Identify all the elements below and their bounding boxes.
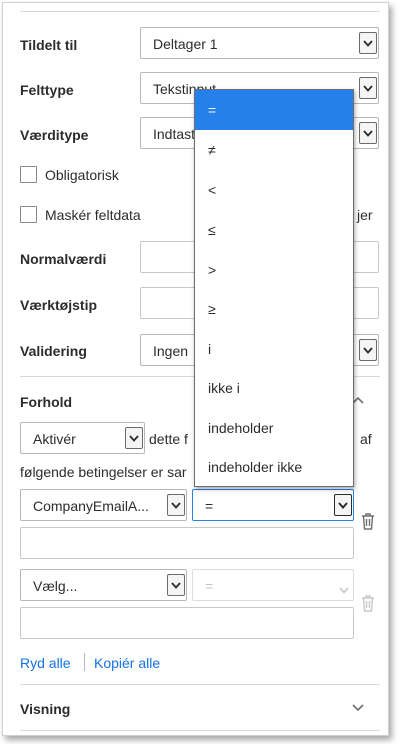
activate-value: Aktivér: [33, 431, 76, 447]
condition-sentence-start: dette f: [149, 431, 188, 447]
condition1-field-value: CompanyEmailA...: [33, 498, 149, 514]
option-not-contains[interactable]: indeholder ikke: [195, 447, 353, 487]
vaerditype-label: Værditype: [20, 127, 89, 143]
vaerktojstip-label: Værktøjstip: [20, 297, 98, 313]
visning-divider: [20, 684, 380, 685]
chevron-down-icon[interactable]: [359, 122, 377, 144]
chevron-down-icon[interactable]: [167, 574, 185, 596]
chevron-down-icon: [339, 581, 349, 597]
masker-trailing-text: jer: [357, 207, 373, 223]
field-properties-panel: Tildelt til Deltager 1 Felttype Tekstinp…: [2, 2, 389, 736]
tildelt-til-value: Deltager 1: [153, 36, 218, 52]
condition2-value-input[interactable]: [20, 607, 354, 639]
trash-icon[interactable]: [360, 512, 376, 530]
activate-select[interactable]: Aktivér: [20, 422, 145, 454]
bottom-divider: [20, 730, 380, 731]
option-less-or-equal[interactable]: ≤: [195, 210, 353, 250]
validering-value: Ingen: [153, 343, 189, 359]
condition-sentence-end: af: [360, 431, 372, 447]
felttype-label: Felttype: [20, 82, 74, 98]
copy-all-link[interactable]: Kopiér alle: [94, 655, 160, 671]
condition-sentence-line2: følgende betingelser er sar: [20, 464, 187, 480]
condition2-field-select[interactable]: Vælg...: [20, 569, 187, 601]
chevron-down-icon[interactable]: [359, 339, 377, 361]
option-in[interactable]: i: [195, 329, 353, 369]
operator-dropdown-menu: = ≠ < ≤ > ≥ i ikke i indeholder indehold…: [194, 89, 354, 487]
option-greater-or-equal[interactable]: ≥: [195, 289, 353, 329]
option-less-than[interactable]: <: [195, 170, 353, 210]
option-not-in[interactable]: ikke i: [195, 368, 353, 408]
obligatorisk-checkbox[interactable]: [20, 166, 37, 183]
option-not-equals[interactable]: ≠: [195, 130, 353, 170]
option-greater-than[interactable]: >: [195, 250, 353, 290]
tildelt-til-select[interactable]: Deltager 1: [140, 27, 379, 59]
chevron-down-icon[interactable]: [351, 703, 365, 713]
link-separator: [84, 653, 85, 671]
tildelt-til-label: Tildelt til: [20, 37, 78, 53]
condition2-field-value: Vælg...: [33, 578, 78, 594]
condition1-operator-select[interactable]: =: [192, 489, 354, 521]
chevron-down-icon[interactable]: [359, 77, 377, 99]
forhold-title: Forhold: [20, 394, 73, 410]
condition2-operator-select: =: [192, 569, 354, 601]
normalvaerdi-label: Normalværdi: [20, 251, 107, 267]
masker-feltdata-checkbox[interactable]: [20, 206, 37, 223]
condition1-operator-value: =: [205, 498, 214, 514]
masker-feltdata-label: Maskér feltdata: [45, 207, 141, 223]
chevron-down-icon[interactable]: [359, 32, 377, 54]
visning-title: Visning: [20, 701, 71, 717]
chevron-down-icon[interactable]: [125, 427, 143, 449]
condition2-operator-value: =: [205, 578, 214, 594]
clear-all-link[interactable]: Ryd alle: [20, 655, 71, 671]
validering-label: Validering: [20, 343, 87, 359]
chevron-down-icon[interactable]: [334, 494, 352, 516]
condition1-field-select[interactable]: CompanyEmailA...: [20, 489, 187, 521]
top-divider: [20, 11, 380, 12]
option-equals[interactable]: =: [195, 90, 353, 130]
chevron-down-icon[interactable]: [167, 494, 185, 516]
trash-icon: [362, 595, 374, 612]
option-contains[interactable]: indeholder: [195, 408, 353, 448]
obligatorisk-label: Obligatorisk: [45, 167, 119, 183]
condition1-value-input[interactable]: [20, 527, 354, 559]
